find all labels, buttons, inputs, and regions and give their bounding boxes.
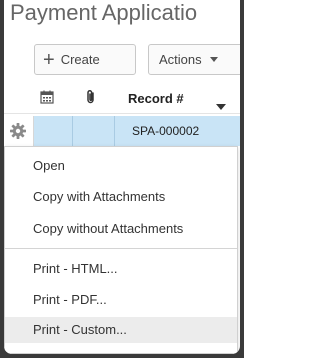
page-title: Payment Applicatio	[10, 0, 198, 25]
plus-icon: +	[43, 48, 55, 71]
menu-item-open[interactable]: Open	[5, 153, 237, 179]
row-context-menu: Open Copy with Attachments Copy without …	[4, 146, 238, 354]
gear-icon[interactable]	[9, 122, 27, 145]
calendar-icon[interactable]	[40, 90, 54, 109]
menu-item-copy-with-attachments[interactable]: Copy with Attachments	[5, 184, 237, 210]
grid-header: Record #	[4, 82, 240, 114]
record-number-cell[interactable]: SPA-000002	[132, 124, 199, 138]
actions-button[interactable]: Actions	[148, 44, 240, 75]
actions-button-label: Actions	[159, 52, 202, 67]
menu-item-print-pdf[interactable]: Print - PDF...	[5, 287, 237, 313]
menu-item-copy-without-attachments[interactable]: Copy without Attachments	[5, 216, 237, 242]
cell-divider	[114, 116, 115, 146]
row-menu-cell[interactable]	[4, 116, 34, 146]
menu-item-print-custom[interactable]: Print - Custom...	[5, 317, 237, 343]
paperclip-icon[interactable]	[86, 89, 96, 110]
create-button[interactable]: + Create	[34, 44, 136, 75]
column-header-record[interactable]: Record #	[128, 91, 184, 106]
menu-separator	[5, 248, 237, 249]
cell-divider	[72, 116, 73, 146]
table-row[interactable]: SPA-000002	[4, 116, 240, 146]
main-panel: Payment Applicatio + Create Actions Reco…	[4, 0, 240, 354]
menu-item-print-html[interactable]: Print - HTML...	[5, 256, 237, 282]
create-button-label: Create	[60, 52, 100, 67]
window-frame: Payment Applicatio + Create Actions Reco…	[0, 0, 244, 358]
chevron-down-icon	[209, 57, 218, 62]
sort-descending-icon[interactable]	[216, 104, 226, 110]
